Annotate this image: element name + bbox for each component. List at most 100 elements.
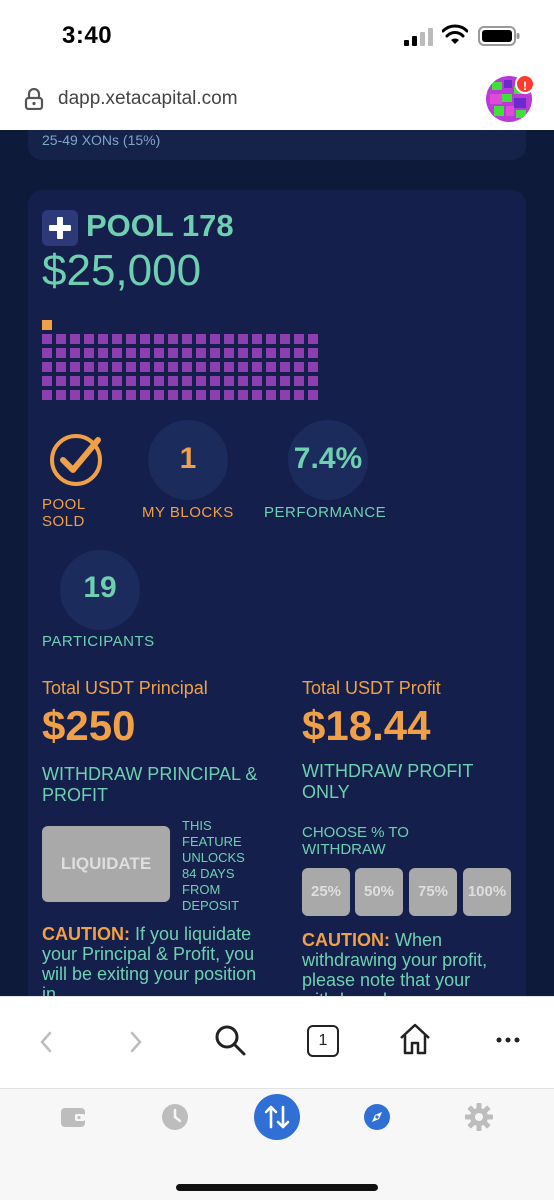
forward-icon[interactable] xyxy=(128,1030,144,1054)
more-icon[interactable] xyxy=(496,1036,520,1044)
previous-card-text: 25-49 XONs (15%) xyxy=(42,132,161,148)
pool-sold-label: POOL SOLD xyxy=(42,496,86,530)
pool-block xyxy=(112,362,122,372)
pool-block xyxy=(42,348,52,358)
pool-block xyxy=(182,362,192,372)
pool-block xyxy=(56,376,66,386)
pool-block xyxy=(252,390,262,400)
pool-block xyxy=(168,376,178,386)
pool-block xyxy=(238,334,248,344)
address-bar[interactable]: dapp.xetacapital.com ! xyxy=(0,68,554,130)
withdraw-25-button[interactable]: 25% xyxy=(302,868,350,916)
withdraw-50-button[interactable]: 50% xyxy=(355,868,403,916)
pool-block xyxy=(126,348,136,358)
pool-block xyxy=(154,362,164,372)
pool-block xyxy=(280,376,290,386)
battery-icon xyxy=(478,26,520,46)
pool-block xyxy=(294,362,304,372)
profit-subtitle: WITHDRAW PROFIT ONLY xyxy=(302,761,473,802)
pool-block xyxy=(168,390,178,400)
liquidate-button[interactable]: LIQUIDATE xyxy=(42,826,170,902)
pool-block xyxy=(294,334,304,344)
pool-block xyxy=(112,390,122,400)
participants-label: PARTICIPANTS xyxy=(42,633,155,650)
wallet-icon[interactable] xyxy=(58,1102,88,1132)
pool-block xyxy=(266,362,276,372)
pool-block xyxy=(154,348,164,358)
cellular-signal-icon xyxy=(404,28,433,46)
pool-block xyxy=(154,376,164,386)
pool-block xyxy=(84,362,94,372)
pool-block xyxy=(196,362,206,372)
pool-block xyxy=(308,390,318,400)
profit-caution-label: CAUTION: xyxy=(302,930,390,950)
swap-icon[interactable] xyxy=(254,1094,300,1140)
pool-block xyxy=(210,376,220,386)
pool-block xyxy=(84,390,94,400)
pool-block xyxy=(308,348,318,358)
withdraw-75-button[interactable]: 75% xyxy=(409,868,457,916)
pool-block xyxy=(84,376,94,386)
pool-block xyxy=(70,348,80,358)
pool-block xyxy=(210,334,220,344)
home-icon[interactable] xyxy=(398,1022,432,1056)
status-time: 3:40 xyxy=(62,22,113,49)
pool-block xyxy=(196,348,206,358)
browser-icon[interactable] xyxy=(362,1102,392,1132)
pool-block xyxy=(182,348,192,358)
my-blocks-value: 1 xyxy=(179,442,197,475)
pool-block xyxy=(98,390,108,400)
pool-block xyxy=(168,348,178,358)
screen: 3:40 dapp.xetacapital.com ! 25-49 XONs (… xyxy=(0,0,554,1200)
tabs-button[interactable]: 1 xyxy=(307,1025,339,1057)
pool-block-grid xyxy=(42,320,324,400)
pool-block xyxy=(196,334,206,344)
settings-icon[interactable] xyxy=(464,1102,494,1132)
pool-block xyxy=(210,362,220,372)
history-icon[interactable] xyxy=(160,1102,190,1132)
pool-block xyxy=(126,376,136,386)
pool-block xyxy=(224,390,234,400)
pool-block xyxy=(98,376,108,386)
search-icon[interactable] xyxy=(214,1024,246,1056)
pool-block xyxy=(224,348,234,358)
pool-block xyxy=(252,334,262,344)
principal-value: $250 xyxy=(42,702,136,749)
pool-block xyxy=(196,390,206,400)
pool-block xyxy=(280,362,290,372)
pool-block xyxy=(140,334,150,344)
back-icon[interactable] xyxy=(38,1030,54,1054)
pool-block xyxy=(224,334,234,344)
pool-block xyxy=(154,334,164,344)
pool-block xyxy=(308,334,318,344)
principal-caution-label: CAUTION: xyxy=(42,924,130,944)
pool-block xyxy=(84,348,94,358)
pool-block xyxy=(70,362,80,372)
lock-icon xyxy=(24,88,44,110)
pool-block xyxy=(294,348,304,358)
pool-block xyxy=(252,348,262,358)
profit-title: Total USDT Profit xyxy=(302,678,441,698)
pool-block xyxy=(70,334,80,344)
pool-block xyxy=(126,362,136,372)
pool-block xyxy=(56,390,66,400)
principal-subtitle: WITHDRAW PRINCIPAL & PROFIT xyxy=(42,764,258,805)
pool-block xyxy=(126,334,136,344)
pool-block xyxy=(182,390,192,400)
url-text[interactable]: dapp.xetacapital.com xyxy=(58,88,238,110)
status-bar: 3:40 xyxy=(0,0,554,68)
withdraw-100-button[interactable]: 100% xyxy=(463,868,511,916)
liquidate-unlock-note: THIS FEATURE UNLOCKS 84 DAYS FROM DEPOSI… xyxy=(182,818,245,913)
pool-block xyxy=(42,362,52,372)
pool-block xyxy=(238,362,248,372)
pool-block xyxy=(252,376,262,386)
pool-block xyxy=(42,390,52,400)
performance-value: 7.4% xyxy=(293,442,363,475)
home-indicator xyxy=(176,1184,378,1191)
profit-value: $18.44 xyxy=(302,702,431,749)
pool-block xyxy=(182,376,192,386)
pool-block xyxy=(112,348,122,358)
pool-block xyxy=(294,390,304,400)
pool-block xyxy=(140,362,150,372)
performance-label: PERFORMANCE xyxy=(264,504,387,521)
